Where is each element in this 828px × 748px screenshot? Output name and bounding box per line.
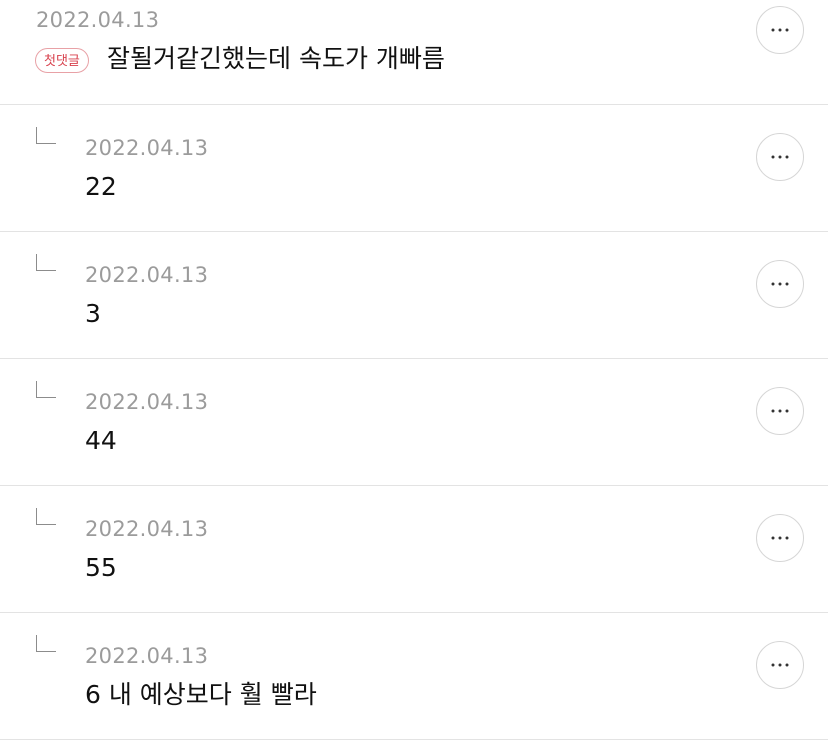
more-options-button[interactable] [756,133,804,181]
comment-date: 2022.04.13 [85,644,209,668]
comment-date: 2022.04.13 [85,517,209,541]
reply-arrow-icon [36,381,56,398]
comment-date: 2022.04.13 [36,8,160,32]
comment-text: 22 [85,172,117,201]
reply-item: 2022.04.13 55 [0,486,828,613]
comment-list: 2022.04.13 첫댓글 잘될거같긴했는데 속도가 개빠름 2022.04.… [0,0,828,748]
reply-arrow-icon [36,254,56,271]
comment-date: 2022.04.13 [85,136,209,160]
reply-arrow-icon [36,127,56,144]
reply-item: 2022.04.13 22 [0,105,828,232]
more-horizontal-icon [771,28,789,32]
reply-item: 2022.04.13 3 [0,232,828,359]
more-options-button[interactable] [756,6,804,54]
reply-item: 2022.04.13 6 내 예상보다 훨 빨라 [0,613,828,740]
more-horizontal-icon [771,155,789,159]
more-options-button[interactable] [756,387,804,435]
more-horizontal-icon [771,409,789,413]
comment-text: 6 내 예상보다 훨 빨라 [85,680,317,709]
comment-date: 2022.04.13 [85,263,209,287]
comment-item: 2022.04.13 첫댓글 잘될거같긴했는데 속도가 개빠름 [0,0,828,105]
more-options-button[interactable] [756,514,804,562]
comment-text: 55 [85,553,117,582]
reply-arrow-icon [36,635,56,652]
comment-date: 2022.04.13 [85,390,209,414]
more-horizontal-icon [771,536,789,540]
more-horizontal-icon [771,663,789,667]
reply-item: 2022.04.13 44 [0,359,828,486]
comment-text: 44 [85,426,117,455]
more-options-button[interactable] [756,260,804,308]
reply-arrow-icon [36,508,56,525]
first-comment-badge: 첫댓글 [35,48,89,73]
comment-text: 3 [85,299,101,328]
more-options-button[interactable] [756,641,804,689]
comment-text: 잘될거같긴했는데 속도가 개빠름 [107,44,445,73]
more-horizontal-icon [771,282,789,286]
